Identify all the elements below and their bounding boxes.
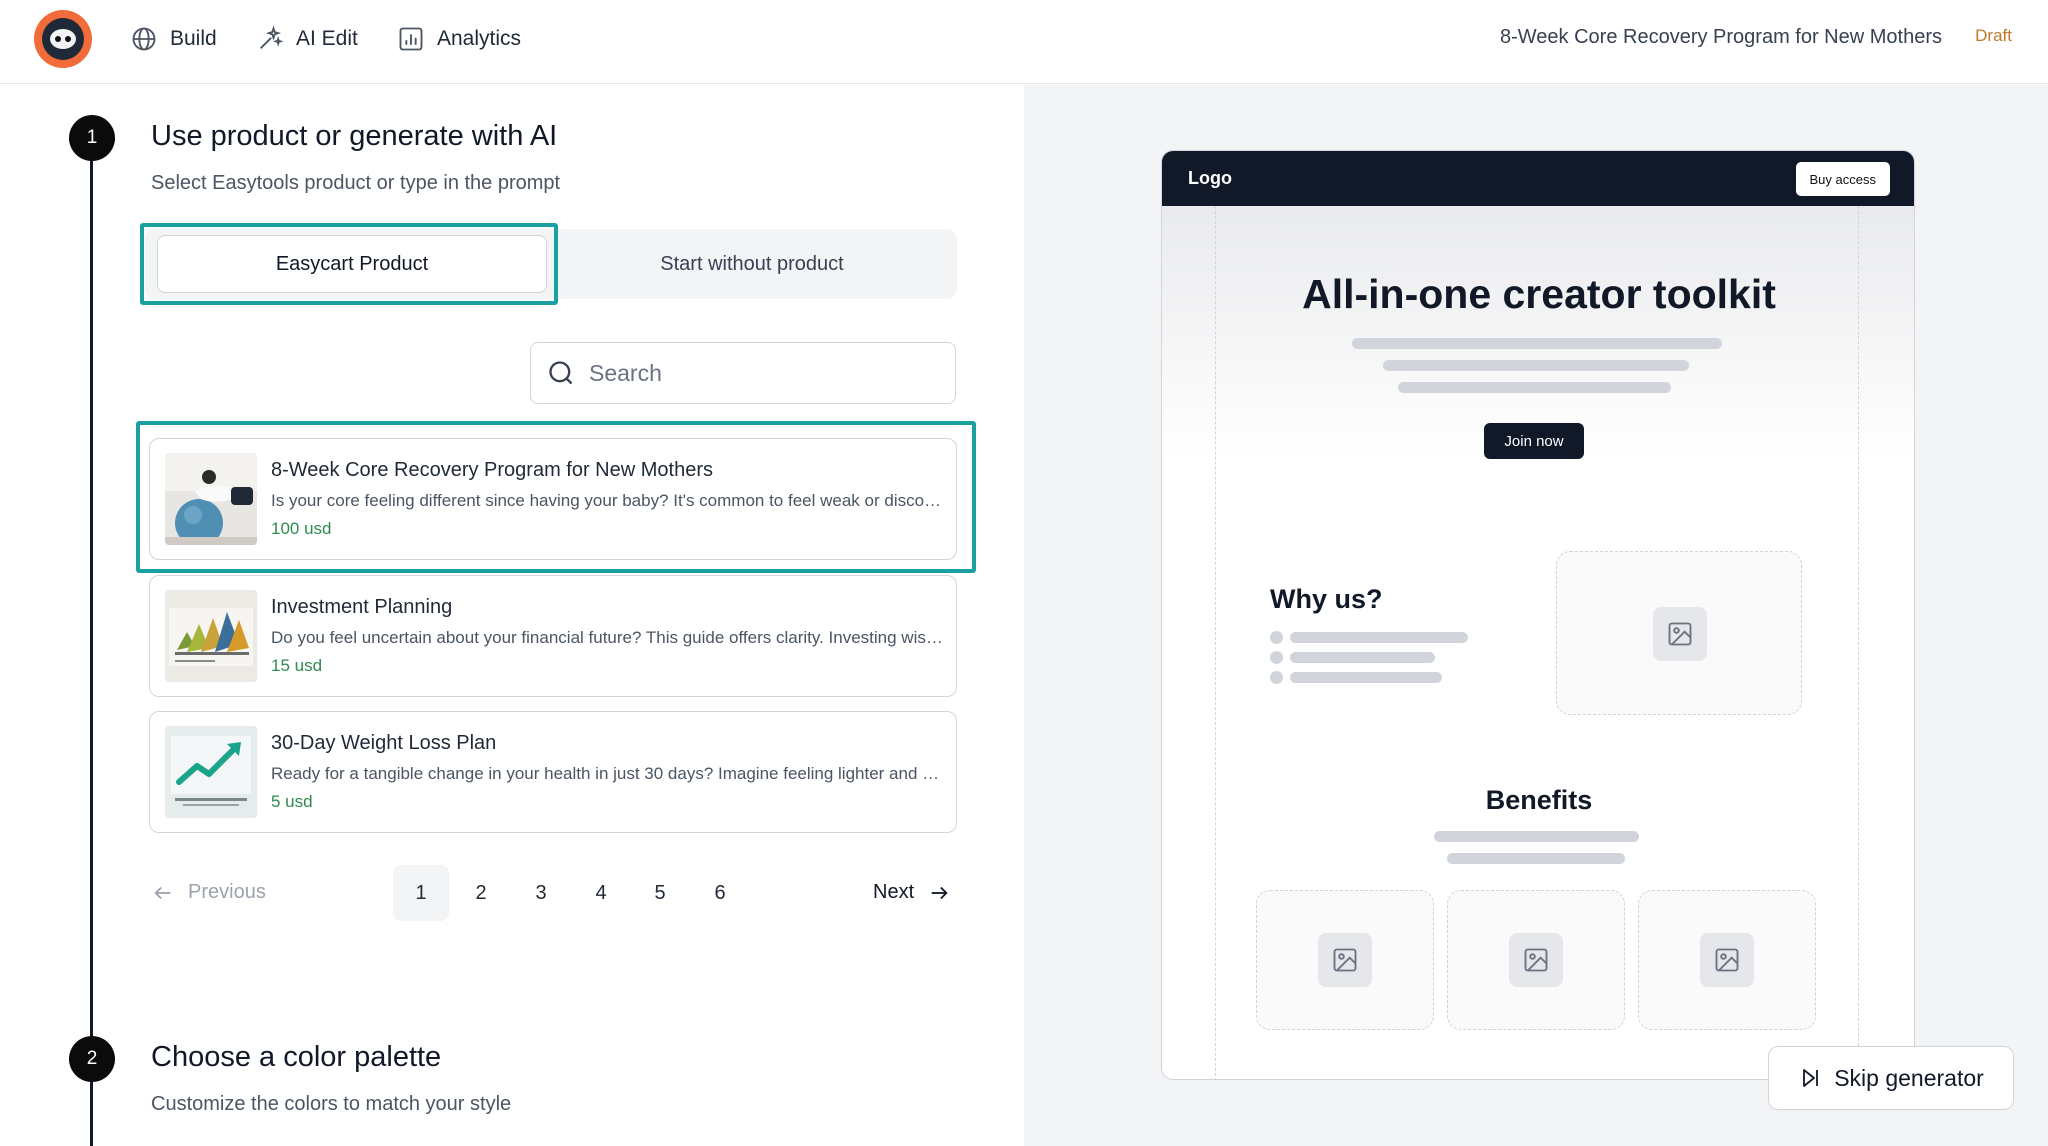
preview-join-button: Join now	[1484, 423, 1584, 459]
product-thumbnail	[165, 453, 257, 545]
product-card-weight-loss[interactable]: 30-Day Weight Loss Plan Ready for a tang…	[149, 711, 957, 833]
skip-forward-icon	[1803, 1069, 1819, 1087]
image-placeholder	[1556, 551, 1802, 715]
search-icon	[549, 361, 573, 385]
bar-chart-icon	[399, 27, 423, 51]
preview-header: Logo Buy access	[1162, 151, 1914, 206]
product-search[interactable]	[530, 342, 956, 404]
page-5[interactable]: 5	[632, 865, 688, 921]
search-input[interactable]	[589, 359, 929, 387]
placeholder-line	[1434, 831, 1639, 842]
image-icon	[1509, 933, 1563, 987]
product-description: Do you feel uncertain about your financi…	[271, 628, 943, 647]
bullet-dot	[1270, 651, 1283, 664]
top-bar: Build AI Edit Analytics 8-Week Core Reco…	[0, 0, 2048, 84]
pagination-previous[interactable]: Previous	[152, 881, 266, 904]
skip-generator-button[interactable]: Skip generator	[1768, 1046, 2014, 1110]
globe-icon	[132, 27, 156, 51]
nav-analytics-label: Analytics	[437, 27, 522, 50]
placeholder-line	[1290, 632, 1468, 643]
preview-why-title: Why us?	[1270, 584, 1383, 614]
placeholder-line	[1447, 853, 1625, 864]
product-price: 5 usd	[271, 792, 313, 811]
placeholder-line	[1383, 360, 1689, 371]
preview-panel: Logo Buy access All-in-one creator toolk…	[1024, 85, 2048, 1146]
timeline-line	[90, 137, 93, 1146]
preview-guide-left	[1215, 206, 1216, 1079]
product-card-investment-planning[interactable]: Investment Planning Do you feel uncertai…	[149, 575, 957, 697]
nav-ai-edit-label: AI Edit	[296, 27, 358, 50]
product-description: Is your core feeling different since hav…	[271, 491, 943, 510]
image-icon	[1700, 933, 1754, 987]
page-6[interactable]: 6	[692, 865, 748, 921]
image-icon	[1653, 607, 1707, 661]
document-title: 8-Week Core Recovery Program for New Mot…	[1500, 26, 1942, 48]
nav-build-label: Build	[170, 27, 217, 50]
bullet-dot	[1270, 671, 1283, 684]
placeholder-line	[1398, 382, 1671, 393]
product-title: Investment Planning	[271, 596, 453, 618]
nav-build[interactable]: Build	[130, 22, 217, 56]
image-placeholder	[1447, 890, 1625, 1030]
step-1-subtitle: Select Easytools product or type in the …	[151, 172, 561, 194]
app-logo[interactable]	[34, 10, 92, 68]
skip-generator-label: Skip generator	[1834, 1064, 1984, 1091]
pagination-next-label: Next	[873, 881, 915, 903]
product-card-core-recovery[interactable]: 8-Week Core Recovery Program for New Mot…	[149, 438, 957, 560]
preview-guide-right	[1858, 206, 1859, 1079]
landing-page-preview: Logo Buy access All-in-one creator toolk…	[1161, 150, 1915, 1080]
tab-start-without-product[interactable]: Start without product	[552, 235, 952, 293]
preview-benefits-title: Benefits	[1485, 785, 1593, 815]
arrow-left-icon	[154, 886, 171, 899]
step-2-title: Choose a color palette	[151, 1041, 442, 1073]
page-2[interactable]: 2	[453, 865, 509, 921]
arrow-right-icon	[931, 886, 948, 899]
nav-ai-edit[interactable]: AI Edit	[256, 22, 358, 56]
bullet-dot	[1270, 631, 1283, 644]
page-1[interactable]: 1	[393, 865, 449, 921]
preview-hero-bg	[1162, 206, 1914, 456]
product-thumbnail	[165, 726, 257, 818]
product-price: 100 usd	[271, 519, 332, 538]
preview-logo: Logo	[1188, 168, 1232, 188]
image-icon	[1318, 933, 1372, 987]
image-placeholder	[1256, 890, 1434, 1030]
tab-easycart-product[interactable]: Easycart Product	[157, 235, 547, 293]
placeholder-line	[1352, 338, 1722, 349]
step-2-badge: 2	[69, 1036, 115, 1082]
page-4[interactable]: 4	[573, 865, 629, 921]
product-thumbnail	[165, 590, 257, 682]
pagination-previous-label: Previous	[188, 881, 266, 903]
step-2-subtitle: Customize the colors to match your style	[151, 1093, 512, 1115]
product-title: 8-Week Core Recovery Program for New Mot…	[271, 459, 713, 481]
step-1-badge: 1	[69, 115, 115, 161]
product-price: 15 usd	[271, 656, 323, 675]
pagination-next[interactable]: Next	[873, 881, 950, 904]
nav-analytics[interactable]: Analytics	[397, 22, 521, 56]
preview-hero-title: All-in-one creator toolkit	[1302, 271, 1776, 317]
page-3[interactable]: 3	[513, 865, 569, 921]
image-placeholder	[1638, 890, 1816, 1030]
sparkle-wand-icon	[260, 25, 284, 49]
placeholder-line	[1290, 672, 1442, 683]
product-description: Ready for a tangible change in your heal…	[271, 764, 943, 783]
step-1-title: Use product or generate with AI	[151, 120, 558, 152]
product-title: 30-Day Weight Loss Plan	[271, 732, 497, 754]
generator-panel[interactable]: 1 Use product or generate with AI Select…	[0, 85, 1024, 1146]
status-badge: Draft	[1975, 26, 2012, 45]
preview-buy-button: Buy access	[1795, 162, 1890, 196]
placeholder-line	[1290, 652, 1435, 663]
